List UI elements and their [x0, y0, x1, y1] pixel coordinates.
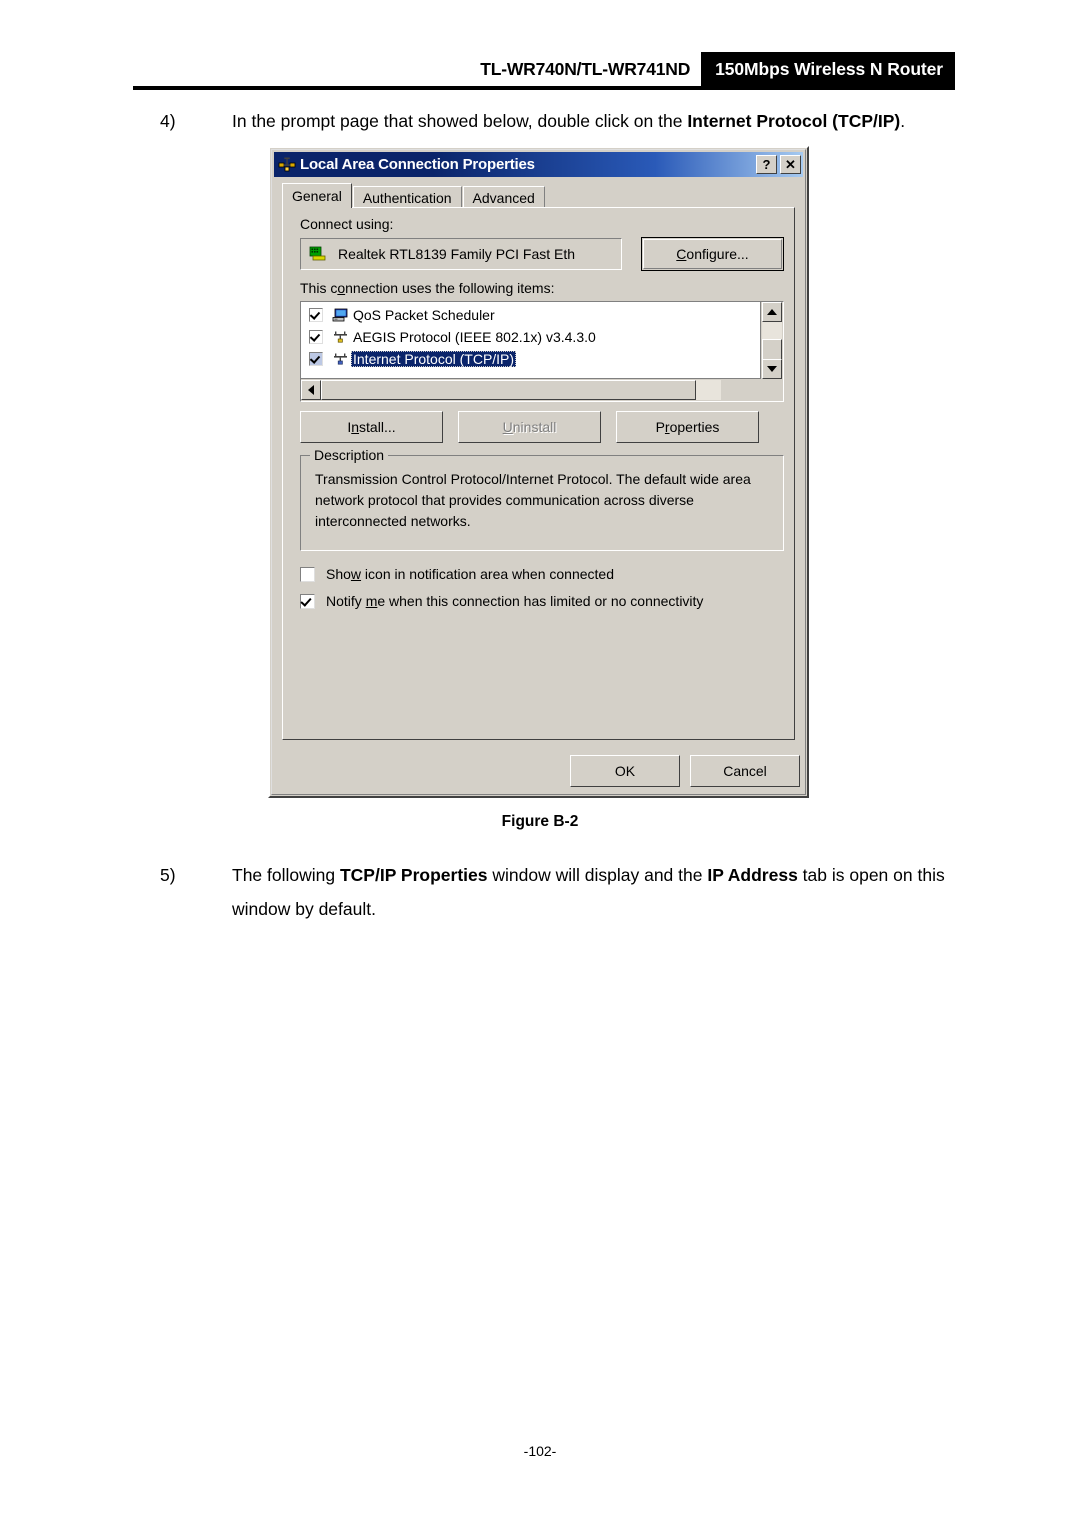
step-4-paragraph: 4) In the prompt page that showed below,…: [160, 104, 960, 138]
vscroll-thumb[interactable]: [762, 339, 782, 361]
scrollbar-corner: [761, 379, 783, 401]
properties-button-label: Properties: [655, 419, 720, 435]
configure-button[interactable]: Configure...: [641, 237, 784, 271]
hscroll-thumb[interactable]: [321, 380, 696, 400]
dialog-titlebar[interactable]: Local Area Connection Properties ? ✕: [274, 152, 803, 177]
step-5-text-2: window will display and the: [487, 865, 708, 885]
titlebar-buttons: ? ✕: [756, 155, 801, 174]
vscroll-track[interactable]: [762, 322, 782, 339]
items-label: This connection uses the following items…: [300, 280, 555, 296]
description-groupbox: Description Transmission Control Protoco…: [300, 447, 784, 551]
header-product-banner: 150Mbps Wireless N Router: [701, 52, 955, 86]
local-area-connection-properties-dialog: Local Area Connection Properties ? ✕ Gen…: [268, 146, 809, 798]
list-item[interactable]: AEGIS Protocol (IEEE 802.1x) v3.4.3.0: [301, 326, 759, 348]
hscroll-track[interactable]: [696, 380, 721, 400]
item-label: QoS Packet Scheduler: [353, 307, 495, 323]
scroll-left-button[interactable]: [301, 380, 321, 400]
show-icon-checkbox[interactable]: [300, 566, 315, 582]
step-5-bold-2: IP Address: [707, 865, 798, 885]
step-4-number: 4): [160, 111, 176, 131]
header-model-text: TL-WR740N/TL-WR741ND: [480, 58, 691, 79]
adapter-field[interactable]: Realtek RTL8139 Family PCI Fast Eth: [300, 238, 622, 270]
step-5-text: The following TCP/IP Properties window w…: [232, 858, 960, 926]
chevron-up-icon: [767, 309, 777, 315]
description-text: Transmission Control Protocol/Internet P…: [315, 471, 751, 529]
network-adapter-icon: [309, 246, 326, 261]
protocol-icon: [334, 331, 347, 343]
item-label: AEGIS Protocol (IEEE 802.1x) v3.4.3.0: [353, 329, 596, 345]
step-5-bold-1: TCP/IP Properties: [339, 865, 488, 885]
tab-advanced[interactable]: Advanced: [462, 186, 545, 208]
header-divider-rule: [133, 86, 955, 90]
item-label: Internet Protocol (TCP/IP): [351, 351, 517, 367]
notify-checkbox[interactable]: [300, 593, 315, 609]
step-4-bold-term: Internet Protocol (TCP/IP): [687, 111, 901, 131]
cancel-button[interactable]: Cancel: [690, 755, 800, 787]
step-5-text-1: The following: [232, 865, 340, 885]
uninstall-button-label: Uninstall: [502, 419, 557, 435]
item-checkbox[interactable]: [309, 308, 323, 322]
step-4-text: In the prompt page that showed below, do…: [232, 104, 960, 138]
list-item[interactable]: QoS Packet Scheduler: [301, 304, 759, 326]
step-5-number: 5): [160, 865, 176, 885]
install-button[interactable]: Install...: [300, 411, 443, 443]
network-connection-icon: [278, 157, 296, 171]
components-listbox[interactable]: QoS Packet Scheduler AEGIS Protocol (IEE…: [300, 301, 784, 402]
close-icon[interactable]: ✕: [780, 155, 801, 174]
page-number: -102-: [523, 1443, 557, 1459]
show-icon-option-label: Show icon in notification area when conn…: [326, 566, 614, 582]
notify-option[interactable]: Notify me when this connection has limit…: [300, 593, 703, 609]
general-tab-panel: Connect using: Realtek RTL8139 Family PC…: [282, 207, 795, 740]
step-4-text-after: .: [900, 111, 906, 131]
item-checkbox[interactable]: [309, 352, 323, 366]
listbox-horizontal-scrollbar[interactable]: [301, 378, 761, 401]
chevron-down-icon: [767, 366, 777, 372]
scroll-up-button[interactable]: [762, 302, 782, 322]
properties-button[interactable]: Properties: [616, 411, 759, 443]
scroll-down-button[interactable]: [762, 359, 782, 379]
dialog-tabstrip: General Authentication Advanced: [282, 183, 795, 208]
list-item[interactable]: Internet Protocol (TCP/IP): [301, 348, 759, 370]
adapter-name: Realtek RTL8139 Family PCI Fast Eth: [338, 246, 576, 262]
uninstall-button: Uninstall: [458, 411, 601, 443]
help-icon[interactable]: ?: [756, 155, 777, 174]
computer-icon: [332, 308, 348, 321]
chevron-left-icon: [308, 385, 314, 395]
dialog-title-text: Local Area Connection Properties: [300, 156, 535, 173]
ok-button[interactable]: OK: [570, 755, 680, 787]
install-button-label: Install...: [347, 419, 396, 435]
tab-general[interactable]: General: [282, 183, 352, 208]
protocol-icon: [334, 353, 347, 365]
item-checkbox[interactable]: [309, 330, 323, 344]
notify-option-label: Notify me when this connection has limit…: [326, 593, 704, 609]
connect-using-label: Connect using:: [300, 216, 394, 232]
show-icon-option[interactable]: Show icon in notification area when conn…: [300, 566, 614, 582]
description-title: Description: [310, 447, 389, 463]
figure-caption: Figure B-2: [501, 813, 579, 830]
step-5-paragraph: 5) The following TCP/IP Properties windo…: [160, 858, 960, 926]
components-list: QoS Packet Scheduler AEGIS Protocol (IEE…: [301, 302, 759, 379]
configure-button-label: Configure...: [643, 239, 782, 269]
tab-authentication[interactable]: Authentication: [352, 186, 462, 208]
listbox-vertical-scrollbar[interactable]: [760, 302, 783, 379]
step-4-text-before: In the prompt page that showed below, do…: [232, 111, 688, 131]
